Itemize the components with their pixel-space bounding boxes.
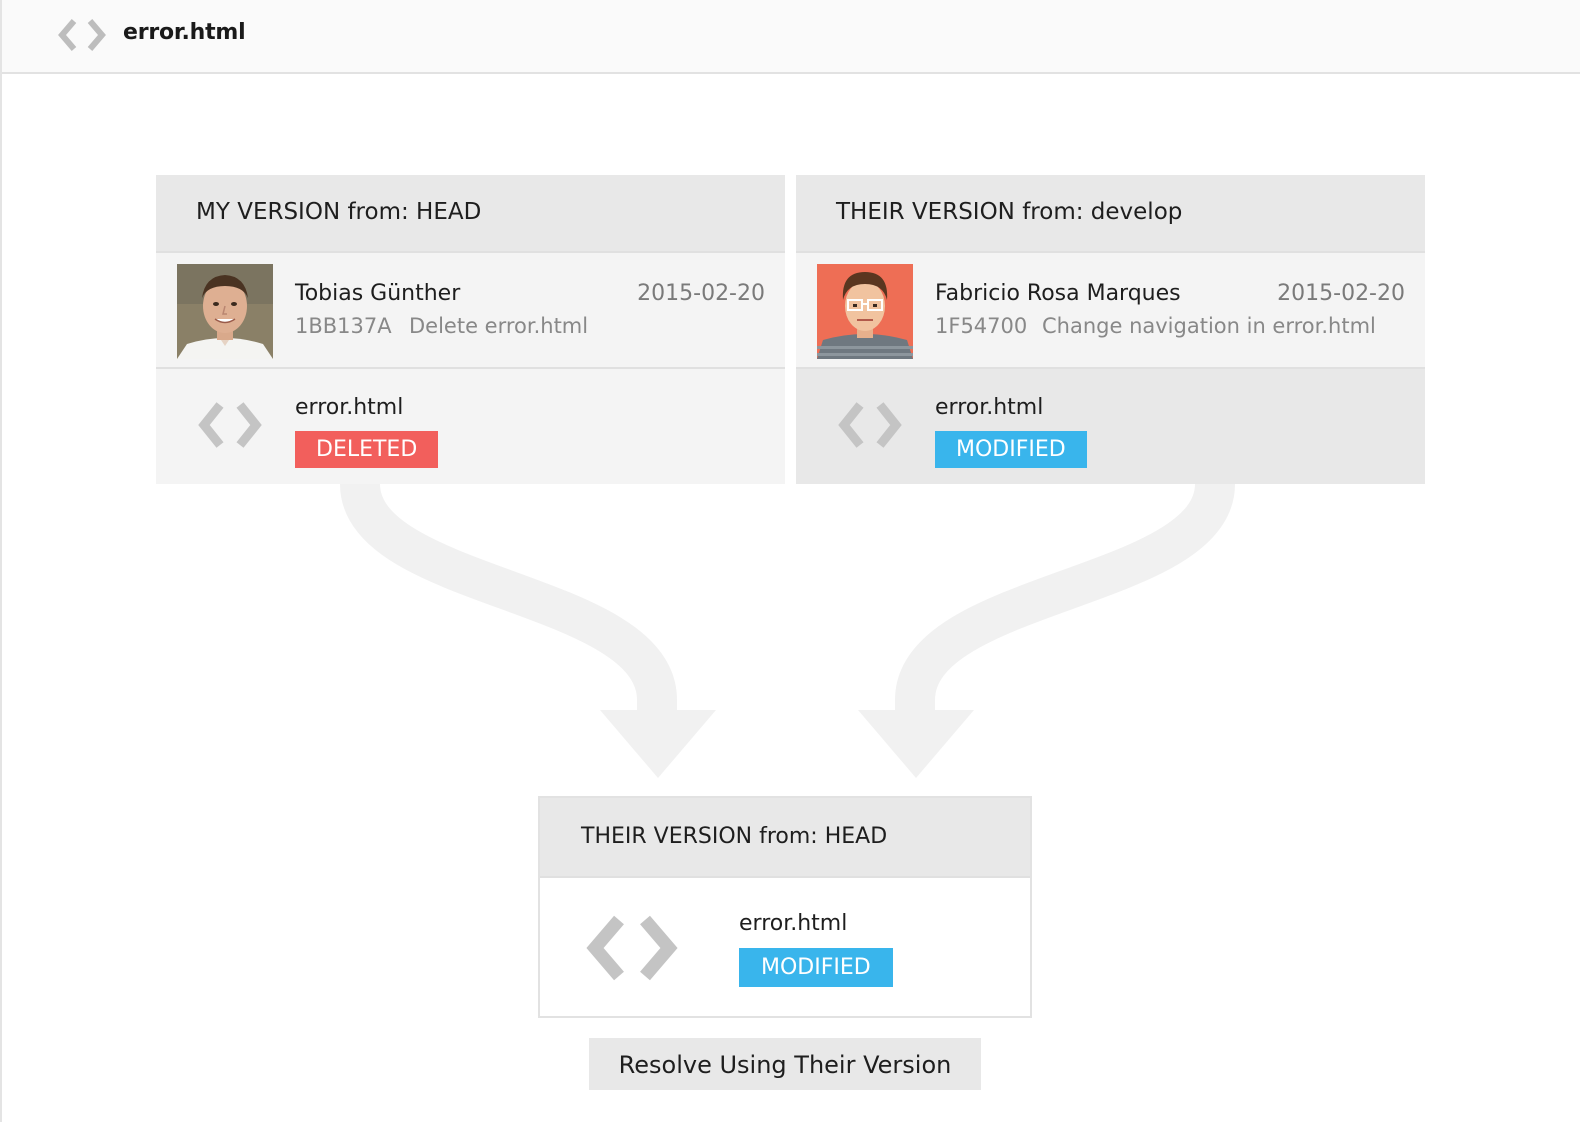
commit-hash: 1BB137A [295,314,392,338]
author-avatar [177,264,273,359]
commit-author: Fabricio Rosa Marques [935,281,1181,306]
status-badge-modified: MODIFIED [739,948,893,987]
commit-message: Change navigation in error.html [1042,314,1376,338]
their-version-file: error.html MODIFIED [796,369,1425,484]
merge-arrow-right [895,481,1235,715]
commit-hash: 1F54700 [935,314,1028,338]
their-version-panel: THEIR VERSION from: develop Fabricio Ros… [796,175,1425,484]
their-version-header: THEIR VERSION from: develop [796,175,1425,253]
code-icon [198,402,262,448]
file-name: error.html [295,395,404,420]
commit-author: Tobias Günther [295,281,461,306]
status-badge-deleted: DELETED [295,431,439,468]
commit-date: 2015-02-20 [637,281,765,306]
merge-conflict-window: error.html MY VERSION from: HEAD Tobias … [0,0,1580,1122]
code-icon [838,402,902,448]
file-header: error.html [2,0,1580,74]
code-icon [58,19,106,51]
author-avatar [817,264,913,359]
my-version-title: MY VERSION from: HEAD [196,199,482,225]
result-header: THEIR VERSION from: HEAD [540,798,1030,878]
code-icon [586,915,678,981]
merge-arrow-left [340,481,677,715]
result-file-name: error.html [739,911,848,936]
result-title: THEIR VERSION from: HEAD [581,824,888,849]
merge-arrowhead-left [600,710,716,778]
my-version-header: MY VERSION from: HEAD [156,175,785,253]
resolve-using-their-version-button[interactable]: Resolve Using Their Version [589,1038,981,1090]
my-version-file: error.html DELETED [156,369,785,484]
my-version-panel: MY VERSION from: HEAD Tobias Günther 201… [156,175,785,484]
file-title: error.html [123,20,246,45]
status-badge-modified: MODIFIED [935,431,1087,468]
commit-message: Delete error.html [409,314,589,338]
merge-arrowhead-right [858,710,974,778]
result-panel: THEIR VERSION from: HEAD error.html MODI… [538,796,1032,1018]
file-name: error.html [935,395,1044,420]
commit-date: 2015-02-20 [1277,281,1405,306]
my-version-commit: Tobias Günther 2015-02-20 1BB137A Delete… [156,253,785,369]
their-version-title: THEIR VERSION from: develop [836,199,1183,225]
their-version-commit: Fabricio Rosa Marques 2015-02-20 1F54700… [796,253,1425,369]
